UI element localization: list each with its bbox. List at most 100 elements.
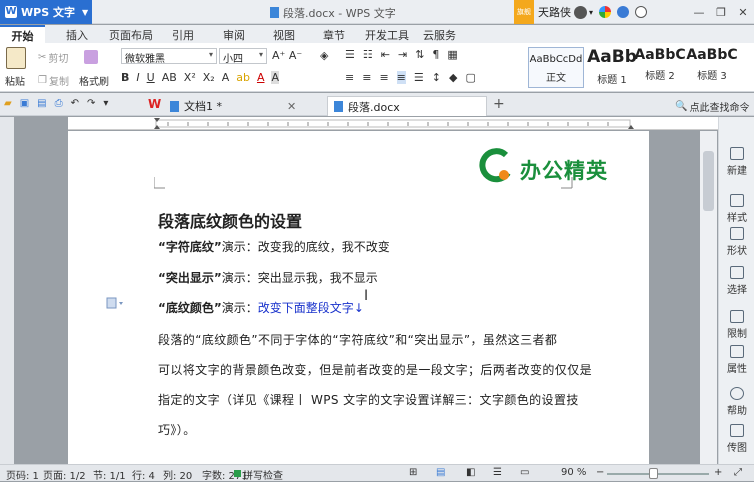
strikethrough-icon[interactable]: AB — [162, 71, 177, 84]
view-mode-icon[interactable]: ⊞ — [409, 467, 417, 478]
line-spacing-icon[interactable]: ↕ — [432, 71, 441, 84]
avatar[interactable] — [574, 5, 587, 19]
tab-home[interactable]: 开始 — [0, 25, 45, 43]
char-shading-icon[interactable]: A — [271, 71, 280, 84]
subscript-icon[interactable]: X₂ — [203, 71, 215, 84]
align-buttons[interactable]: ≡ ≡ ≡ ≡ ☰ ↕ ◆ ▢ — [345, 71, 476, 84]
sort-icon[interactable]: ⇅ — [415, 48, 424, 61]
panel-new[interactable]: 新建 — [719, 147, 754, 177]
paste-button[interactable] — [6, 47, 26, 69]
zoom-slider[interactable] — [607, 473, 709, 475]
shading-icon[interactable]: ◆ — [449, 71, 457, 84]
italic-icon[interactable]: I — [136, 71, 139, 84]
line-highlight[interactable]: “突出显示”演示：突出显示我，我不显示 — [158, 269, 378, 286]
close-tab-icon[interactable]: ✕ — [287, 100, 296, 113]
clear-format-icon[interactable]: ◈ — [320, 49, 328, 62]
list-buttons[interactable]: ☰ ☷ ⇤ ⇥ ⇅ ¶ ▦ — [345, 48, 458, 61]
table-icon[interactable]: ▦ — [447, 48, 457, 61]
undo-icon[interactable]: ↶ — [71, 98, 79, 109]
tab-review[interactable]: 审阅 — [223, 27, 245, 43]
superscript-icon[interactable]: X² — [184, 71, 196, 84]
maximize-icon[interactable]: ❐ — [710, 0, 732, 24]
tab-view[interactable]: 视图 — [273, 27, 295, 43]
paragraph-line-2[interactable]: 可以将文字的背景颜色改变，但是前者改变的是一段文字；后两者改变的仅仅是 — [158, 361, 592, 378]
justify-icon[interactable]: ≡ — [396, 71, 406, 84]
bold-icon[interactable]: B — [121, 71, 129, 84]
new-tab-icon[interactable]: + — [493, 96, 505, 112]
doc-tab-2[interactable]: 段落.docx — [327, 96, 487, 116]
border-icon[interactable]: ▢ — [465, 71, 475, 84]
numbering-icon[interactable]: ☷ — [363, 48, 373, 61]
outdent-icon[interactable]: ⇤ — [381, 48, 390, 61]
zoom-out-icon[interactable]: − — [596, 467, 604, 478]
outline-view-icon[interactable]: ☰ — [493, 467, 502, 478]
style-heading-2[interactable]: AaBbC 标题 2 — [632, 47, 688, 88]
tab-developer[interactable]: 开发工具 — [365, 27, 409, 43]
help-icon[interactable] — [635, 6, 648, 18]
zoom-in-icon[interactable]: + — [714, 467, 722, 478]
style-heading-3[interactable]: AaBbC 标题 3 — [684, 47, 740, 88]
text-effect-icon[interactable]: A — [222, 71, 230, 84]
skin-icon[interactable] — [599, 6, 612, 18]
panel-properties[interactable]: 属性 — [719, 345, 754, 375]
zoom-slider-handle[interactable] — [649, 468, 658, 479]
tab-cloud[interactable]: 云服务 — [423, 27, 456, 43]
format-painter-button[interactable]: 格式刷 — [79, 73, 109, 88]
align-center-icon[interactable]: ≡ — [362, 71, 371, 84]
zoom-level[interactable]: 90 % — [561, 467, 586, 478]
show-marks-icon[interactable]: ¶ — [432, 48, 439, 61]
close-icon[interactable]: ✕ — [732, 0, 754, 24]
align-left-icon[interactable]: ≡ — [345, 71, 354, 84]
panel-style[interactable]: 样式 — [719, 194, 754, 224]
cut-button[interactable]: ✂ 剪切 — [38, 50, 68, 65]
fit-page-icon[interactable]: ⤢ — [734, 467, 742, 478]
paragraph-menu-icon[interactable] — [106, 297, 124, 309]
redo-icon[interactable]: ↷ — [87, 98, 95, 109]
horizontal-ruler[interactable] — [68, 117, 718, 130]
align-right-icon[interactable]: ≡ — [379, 71, 388, 84]
username[interactable]: 天路侠 — [538, 4, 571, 20]
tab-insert[interactable]: 插入 — [66, 27, 88, 43]
chevron-down-icon[interactable]: ▾ — [589, 8, 593, 17]
panel-select[interactable]: 选择 — [719, 266, 754, 296]
tab-section[interactable]: 章节 — [323, 27, 345, 43]
line-char-shading[interactable]: “字符底纹”演示：改变我的底纹，我不改变 — [158, 238, 390, 255]
reading-view-icon[interactable]: ▭ — [520, 467, 529, 478]
app-menu-button[interactable]: W WPS 文字 ▼ — [0, 0, 92, 24]
print-icon[interactable]: ⎙ — [55, 98, 63, 109]
tab-page-layout[interactable]: 页面布局 — [109, 27, 153, 43]
doc-tab-1[interactable]: 文档1 * ✕ — [164, 96, 302, 116]
web-view-icon[interactable]: ◧ — [466, 467, 475, 478]
copy-button[interactable]: ❐ 复制 — [38, 73, 69, 88]
indent-icon[interactable]: ⇥ — [398, 48, 407, 61]
open-icon[interactable]: ▰ — [4, 98, 12, 109]
font-name-select[interactable]: 微软雅黑 ▾ — [121, 48, 217, 65]
font-size-buttons[interactable]: A⁺ A⁻ — [272, 49, 302, 62]
panel-upload-image[interactable]: 传图 — [719, 424, 754, 454]
font-size-select[interactable]: 小四 ▾ — [219, 48, 267, 65]
panel-shape[interactable]: 形状 — [719, 227, 754, 257]
brush-icon[interactable] — [84, 50, 98, 64]
print-preview-icon[interactable]: ▤ — [37, 98, 46, 109]
vertical-scrollbar[interactable] — [700, 131, 717, 464]
feedback-icon[interactable] — [617, 6, 630, 18]
scrollbar-thumb[interactable] — [703, 151, 714, 211]
style-normal[interactable]: AaBbCcDd 正文 — [528, 47, 584, 88]
panel-help[interactable]: 帮助 — [719, 387, 754, 417]
spell-check-toggle[interactable]: 拼写检查 — [243, 467, 283, 482]
document-heading[interactable]: 段落底纹颜色的设置 — [158, 208, 302, 232]
char-format-buttons[interactable]: B I U AB X² X₂ A ab A A — [121, 71, 280, 84]
paste-label[interactable]: 粘贴 — [5, 73, 25, 88]
paragraph-line-4[interactable]: 巧》）。 — [158, 421, 196, 438]
command-search[interactable]: 🔍 点此查找命令 — [675, 99, 749, 114]
tab-references[interactable]: 引用 — [172, 27, 194, 43]
minimize-icon[interactable]: — — [688, 0, 710, 24]
paragraph-line-1[interactable]: 段落的“底纹颜色”不同于字体的“字符底纹”和“突出显示”，虽然这三者都 — [158, 331, 557, 348]
paragraph-line-3[interactable]: 指定的文字（详见《课程丨 WPS 文字的文字设置详解三：文字颜色的设置技 — [158, 391, 579, 408]
save-icon[interactable]: ▣ — [20, 98, 29, 109]
panel-restrict[interactable]: 限制 — [719, 310, 754, 340]
highlight-icon[interactable]: ab — [236, 71, 250, 84]
font-color-icon[interactable]: A — [257, 71, 265, 84]
user-box[interactable]: 旗舰 天路侠 ▾ — [514, 0, 648, 24]
line-shading-color[interactable]: “底纹颜色”演示：改变下面整段文字↓ — [158, 299, 364, 316]
